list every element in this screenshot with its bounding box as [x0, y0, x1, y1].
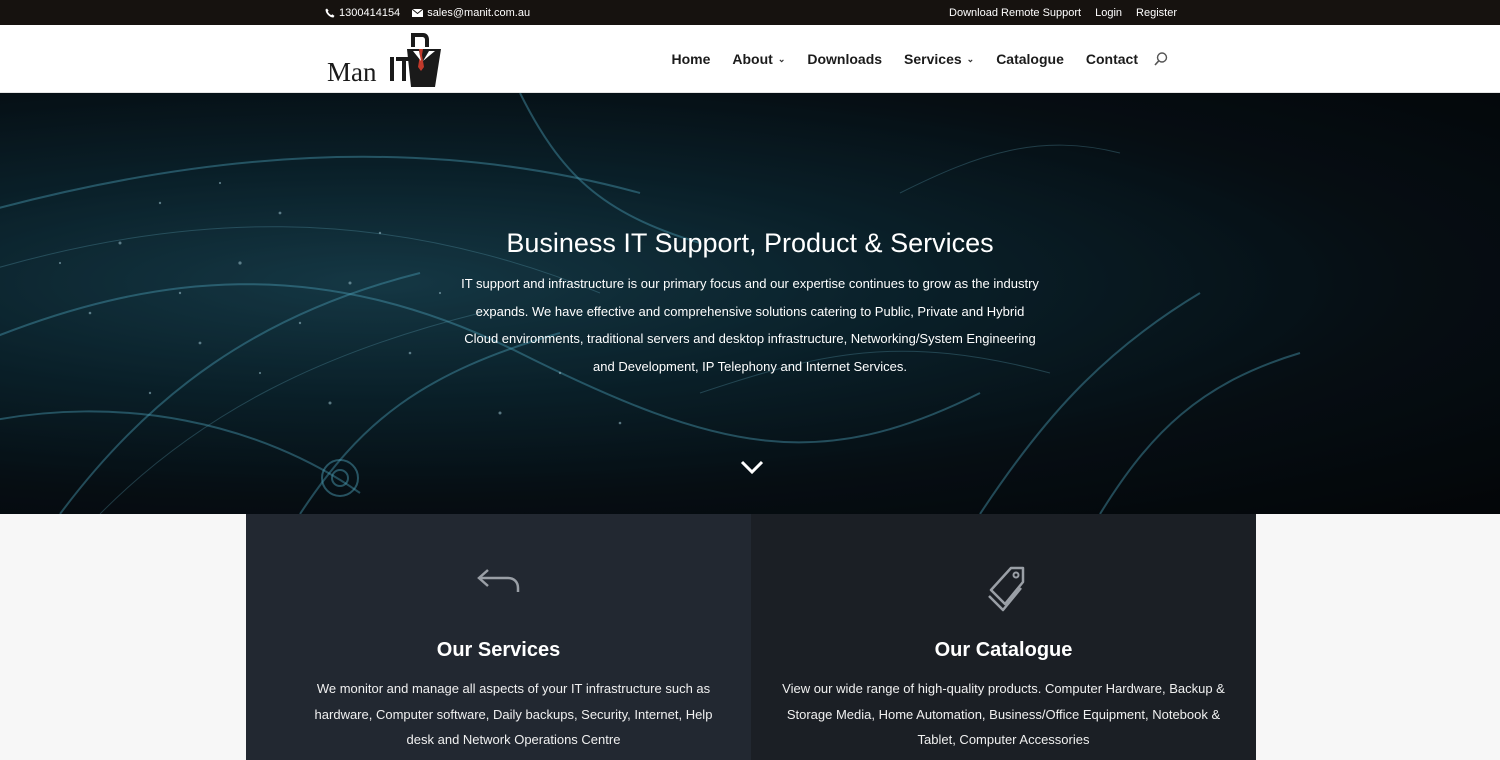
- hero-section: Business IT Support, Product & Services …: [0, 93, 1500, 514]
- logo-it-mark-icon: [390, 33, 441, 87]
- nav-services[interactable]: Services ⌄: [904, 51, 974, 67]
- email-link[interactable]: sales@manit.com.au: [412, 7, 530, 19]
- nav-services-label: Services: [904, 51, 962, 67]
- chevron-down-icon: ⌄: [966, 53, 975, 64]
- envelope-icon: [412, 8, 424, 17]
- hero-title: Business IT Support, Product & Services: [506, 228, 994, 258]
- phone-icon: [325, 8, 335, 17]
- nav-contact-label: Contact: [1085, 51, 1138, 67]
- tags-icon: [987, 566, 1024, 612]
- login-link[interactable]: Login: [1095, 7, 1122, 19]
- hero-description: IT support and infrastructure is our pri…: [461, 276, 1039, 374]
- email-address: sales@manit.com.au: [427, 6, 531, 19]
- manit-logo[interactable]: Man: [327, 31, 445, 87]
- reply-arrow-icon: [476, 569, 519, 592]
- catalogue-icon-wrap: [751, 564, 1256, 614]
- nav-downloads[interactable]: Downloads: [807, 51, 882, 67]
- nav-contact[interactable]: Contact: [1086, 51, 1138, 67]
- services-icon-wrap: [246, 564, 751, 614]
- nav-about[interactable]: About ⌄: [732, 51, 785, 67]
- secondary-nav: Download Remote Support Login Register: [949, 0, 1177, 25]
- nav-catalogue[interactable]: Catalogue: [996, 51, 1064, 67]
- chevron-down-icon: ⌄: [777, 53, 786, 64]
- nav-about-label: About: [732, 51, 773, 67]
- services-card[interactable]: Our Services We monitor and manage all a…: [246, 514, 751, 760]
- catalogue-title: Our Catalogue: [934, 639, 1073, 661]
- register-link[interactable]: Register: [1136, 7, 1177, 19]
- phone-number: 1300414154: [339, 6, 401, 19]
- nav-home-label: Home: [671, 51, 711, 67]
- top-bar: 1300414154 sales@manit.com.au Download R…: [0, 0, 1500, 25]
- main-nav: Home About ⌄ Downloads Services ⌄ Catalo…: [649, 25, 1168, 93]
- nav-home[interactable]: Home: [671, 51, 710, 67]
- search-icon: [1154, 52, 1168, 66]
- contact-info: 1300414154 sales@manit.com.au: [325, 0, 530, 25]
- phone-link[interactable]: 1300414154: [325, 7, 400, 19]
- nav-catalogue-label: Catalogue: [996, 51, 1064, 67]
- nav-downloads-label: Downloads: [807, 51, 883, 67]
- services-description: We monitor and manage all aspects of you…: [314, 681, 713, 747]
- services-title: Our Services: [436, 639, 561, 661]
- scroll-down-chevron-icon[interactable]: [740, 459, 764, 475]
- main-header: Man Home About ⌄ Downloads Services ⌄ Ca…: [0, 25, 1500, 93]
- catalogue-description: View our wide range of high-quality prod…: [782, 681, 1225, 747]
- search-button[interactable]: [1154, 52, 1168, 66]
- download-remote-support-link[interactable]: Download Remote Support: [949, 7, 1081, 19]
- catalogue-card[interactable]: Our Catalogue View our wide range of hig…: [751, 514, 1256, 760]
